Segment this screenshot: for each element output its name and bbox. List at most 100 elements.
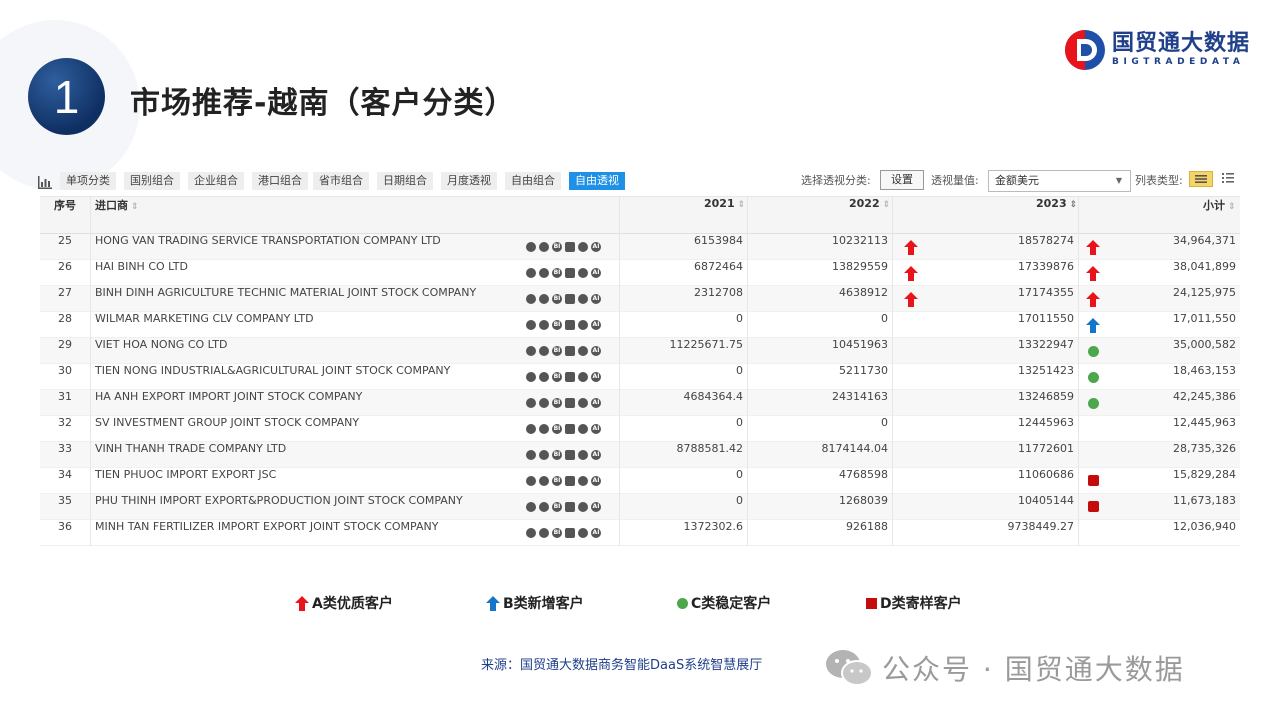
globe-icon[interactable] [578, 528, 588, 538]
importer-name[interactable]: WILMAR MARKETING CLV COMPANY LTD [95, 312, 535, 338]
org-chart-icon[interactable] [565, 346, 575, 356]
network-icon[interactable] [539, 502, 549, 512]
measure-select[interactable]: 金额美元 ▼ [988, 170, 1131, 192]
ai-icon[interactable]: AI [591, 424, 601, 434]
bi-icon[interactable]: BI [552, 398, 562, 408]
globe-icon[interactable] [578, 450, 588, 460]
org-chart-icon[interactable] [565, 424, 575, 434]
importer-name[interactable]: TIEN NONG INDUSTRIAL&AGRICULTURAL JOINT … [95, 364, 535, 390]
tab-company-combo[interactable]: 企业组合 [188, 172, 244, 190]
bi-icon[interactable]: BI [552, 502, 562, 512]
network-icon[interactable] [539, 424, 549, 434]
location-pin-icon[interactable] [526, 346, 536, 356]
importer-name[interactable]: HA ANH EXPORT IMPORT JOINT STOCK COMPANY [95, 390, 535, 416]
column-header-2022[interactable]: 2022 ⇕ [849, 197, 890, 234]
detail-view-button[interactable] [1218, 171, 1242, 187]
network-icon[interactable] [539, 346, 549, 356]
bi-icon[interactable]: BI [552, 476, 562, 486]
ai-icon[interactable]: AI [591, 372, 601, 382]
globe-icon[interactable] [578, 398, 588, 408]
table-row[interactable]: 29 VIET HOA NONG CO LTD BI AI 11225671.75 104… [40, 338, 1240, 364]
ai-icon[interactable]: AI [591, 320, 601, 330]
table-row[interactable]: 26 HAI BINH CO LTD BI AI 6872464 13829559 1733… [40, 260, 1240, 286]
location-pin-icon[interactable] [526, 476, 536, 486]
importer-name[interactable]: SV INVESTMENT GROUP JOINT STOCK COMPANY [95, 416, 535, 442]
bi-icon[interactable]: BI [552, 450, 562, 460]
column-header-importer[interactable]: 进口商 ⇕ [95, 197, 139, 234]
location-pin-icon[interactable] [526, 242, 536, 252]
org-chart-icon[interactable] [565, 372, 575, 382]
table-row[interactable]: 33 VINH THANH TRADE COMPANY LTD BI AI 878858… [40, 442, 1240, 468]
globe-icon[interactable] [578, 502, 588, 512]
network-icon[interactable] [539, 294, 549, 304]
tab-single-category[interactable]: 单项分类 [60, 172, 116, 190]
importer-name[interactable]: HONG VAN TRADING SERVICE TRANSPORTATION … [95, 234, 535, 260]
org-chart-icon[interactable] [565, 528, 575, 538]
importer-name[interactable]: PHU THINH IMPORT EXPORT&PRODUCTION JOINT… [95, 494, 535, 520]
network-icon[interactable] [539, 450, 549, 460]
bi-icon[interactable]: BI [552, 424, 562, 434]
network-icon[interactable] [539, 372, 549, 382]
settings-button[interactable]: 设置 [880, 170, 924, 190]
globe-icon[interactable] [578, 268, 588, 278]
org-chart-icon[interactable] [565, 476, 575, 486]
table-row[interactable]: 35 PHU THINH IMPORT EXPORT&PRODUCTION JOI… [40, 494, 1240, 520]
importer-name[interactable]: VIET HOA NONG CO LTD [95, 338, 535, 364]
column-header-2021[interactable]: 2021 ⇕ [704, 197, 745, 234]
table-row[interactable]: 28 WILMAR MARKETING CLV COMPANY LTD BI AI 0 0… [40, 312, 1240, 338]
importer-name[interactable]: MINH TAN FERTILIZER IMPORT EXPORT JOINT … [95, 520, 535, 546]
tab-port-combo[interactable]: 港口组合 [252, 172, 308, 190]
globe-icon[interactable] [578, 242, 588, 252]
bi-icon[interactable]: BI [552, 372, 562, 382]
bi-icon[interactable]: BI [552, 294, 562, 304]
tab-free-pivot[interactable]: 自由透视 [569, 172, 625, 190]
ai-icon[interactable]: AI [591, 528, 601, 538]
network-icon[interactable] [539, 476, 549, 486]
table-row[interactable]: 30 TIEN NONG INDUSTRIAL&AGRICULTURAL JOIN… [40, 364, 1240, 390]
table-row[interactable]: 34 TIEN PHUOC IMPORT EXPORT JSC BI AI 0 47685… [40, 468, 1240, 494]
importer-name[interactable]: VINH THANH TRADE COMPANY LTD [95, 442, 535, 468]
network-icon[interactable] [539, 242, 549, 252]
table-row[interactable]: 25 HONG VAN TRADING SERVICE TRANSPORTATIO… [40, 234, 1240, 260]
network-icon[interactable] [539, 268, 549, 278]
globe-icon[interactable] [578, 320, 588, 330]
bi-icon[interactable]: BI [552, 242, 562, 252]
location-pin-icon[interactable] [526, 294, 536, 304]
bi-icon[interactable]: BI [552, 268, 562, 278]
importer-name[interactable]: BINH DINH AGRICULTURE TECHNIC MATERIAL J… [95, 286, 535, 312]
tab-monthly-pivot[interactable]: 月度透视 [441, 172, 497, 190]
globe-icon[interactable] [578, 346, 588, 356]
ai-icon[interactable]: AI [591, 398, 601, 408]
ai-icon[interactable]: AI [591, 294, 601, 304]
ai-icon[interactable]: AI [591, 450, 601, 460]
globe-icon[interactable] [578, 476, 588, 486]
bi-icon[interactable]: BI [552, 346, 562, 356]
importer-name[interactable]: HAI BINH CO LTD [95, 260, 535, 286]
tab-country-combo[interactable]: 国别组合 [124, 172, 180, 190]
ai-icon[interactable]: AI [591, 346, 601, 356]
org-chart-icon[interactable] [565, 502, 575, 512]
ai-icon[interactable]: AI [591, 476, 601, 486]
location-pin-icon[interactable] [526, 450, 536, 460]
ai-icon[interactable]: AI [591, 268, 601, 278]
table-row[interactable]: 36 MINH TAN FERTILIZER IMPORT EXPORT JOIN… [40, 520, 1240, 546]
org-chart-icon[interactable] [565, 450, 575, 460]
location-pin-icon[interactable] [526, 528, 536, 538]
tab-free-combo[interactable]: 自由组合 [505, 172, 561, 190]
org-chart-icon[interactable] [565, 242, 575, 252]
network-icon[interactable] [539, 320, 549, 330]
column-header-index[interactable]: 序号 [54, 197, 76, 234]
org-chart-icon[interactable] [565, 268, 575, 278]
globe-icon[interactable] [578, 424, 588, 434]
location-pin-icon[interactable] [526, 320, 536, 330]
location-pin-icon[interactable] [526, 424, 536, 434]
ai-icon[interactable]: AI [591, 502, 601, 512]
bi-icon[interactable]: BI [552, 320, 562, 330]
location-pin-icon[interactable] [526, 502, 536, 512]
bi-icon[interactable]: BI [552, 528, 562, 538]
network-icon[interactable] [539, 398, 549, 408]
importer-name[interactable]: TIEN PHUOC IMPORT EXPORT JSC [95, 468, 535, 494]
table-view-button[interactable] [1189, 171, 1213, 187]
network-icon[interactable] [539, 528, 549, 538]
column-header-2023[interactable]: 2023 ⇕ [1036, 197, 1077, 234]
